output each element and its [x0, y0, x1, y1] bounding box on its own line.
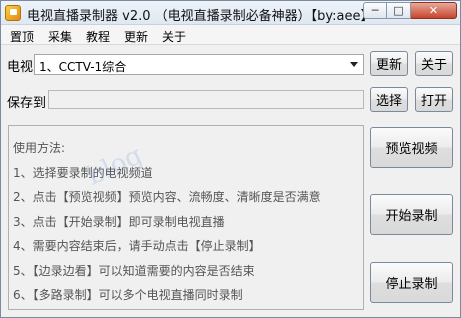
instruction-line: 2、点击【预览视频】预览内容、流畅度、清晰度是否满意	[13, 190, 321, 204]
menu-item-tutorial[interactable]: 教程	[86, 28, 110, 45]
maximize-icon: □	[393, 4, 404, 17]
maximize-button[interactable]: □	[387, 2, 411, 19]
about-button[interactable]: 关于	[415, 51, 453, 76]
instruction-line: 5、【边录边看】可以知道需要的内容是否结束	[13, 264, 255, 278]
close-button[interactable]: ✕	[411, 2, 457, 19]
open-folder-button[interactable]: 打开	[415, 87, 453, 112]
instructions-heading: 使用方法:	[13, 141, 66, 155]
menu-item-about[interactable]: 关于	[162, 28, 186, 45]
menu-item-capture[interactable]: 采集	[48, 28, 72, 45]
menu-item-update[interactable]: 更新	[124, 28, 148, 45]
minimize-icon: ─	[371, 4, 379, 17]
channel-select[interactable]: 1、CCTV-1综合	[34, 54, 364, 75]
instructions-panel: 使用方法: 1、选择要录制的电视频道 2、点击【预览视频】预览内容、流畅度、清晰…	[8, 125, 364, 310]
instruction-line: 4、需要内容结束后，请手动点击【停止录制】	[13, 239, 261, 253]
close-icon: ✕	[428, 4, 439, 17]
app-window: 电视直播录制器 v2.0 （电视直播录制必备神器）【by:aee】 ─ □ ✕ …	[0, 0, 461, 318]
choose-folder-button[interactable]: 选择	[370, 87, 408, 112]
instruction-line: 3、点击【开始录制】即可录制电视直播	[13, 215, 225, 229]
update-button[interactable]: 更新	[370, 51, 408, 76]
menu-item-pin-top[interactable]: 置顶	[10, 28, 34, 45]
preview-video-button[interactable]: 预览视频	[370, 127, 453, 168]
save-path-field[interactable]	[48, 90, 364, 109]
app-icon	[5, 5, 21, 21]
channel-label: 电视	[7, 60, 34, 75]
window-title: 电视直播录制器 v2.0 （电视直播录制必备神器）【by:aee】	[27, 9, 374, 24]
save-to-label: 保存到	[7, 96, 47, 111]
stop-recording-button[interactable]: 停止录制	[370, 262, 453, 303]
start-recording-button[interactable]: 开始录制	[370, 194, 453, 235]
instruction-line: 6、【多路录制】可以多个电视直播同时录制	[13, 288, 243, 302]
channel-selected-value: 1、CCTV-1综合	[39, 60, 127, 74]
minimize-button[interactable]: ─	[363, 2, 387, 19]
chevron-down-icon[interactable]	[346, 57, 361, 72]
title-bar[interactable]: 电视直播录制器 v2.0 （电视直播录制必备神器）【by:aee】 ─ □ ✕	[1, 1, 460, 25]
menu-bar: 置顶 采集 教程 更新 关于	[1, 25, 460, 45]
